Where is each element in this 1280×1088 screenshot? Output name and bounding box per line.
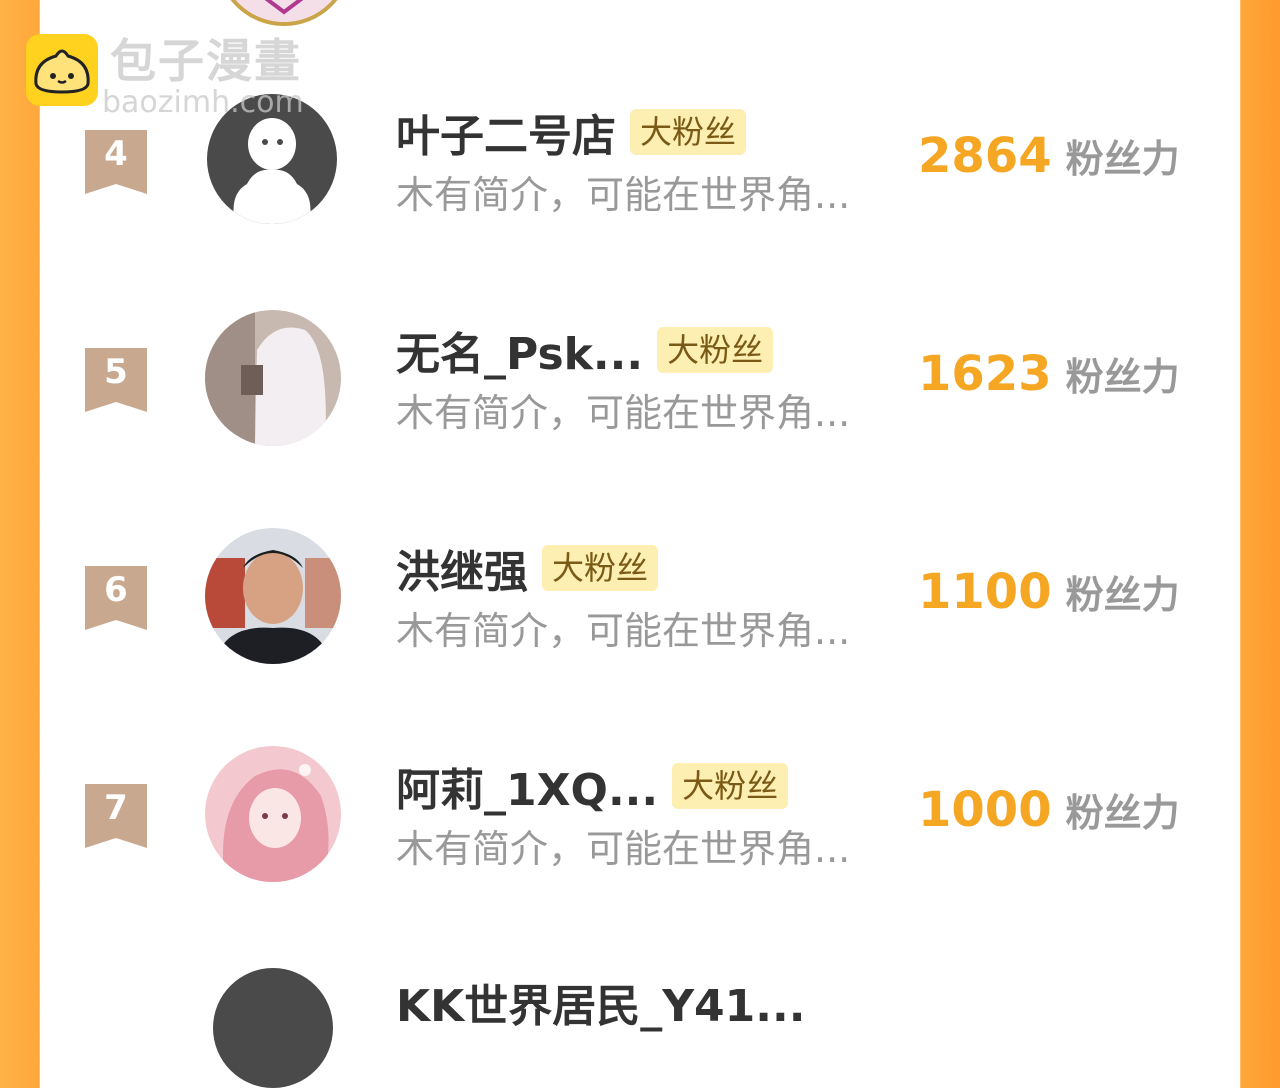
avatar[interactable] bbox=[205, 310, 341, 446]
score-value: 1100 bbox=[918, 564, 1052, 620]
avatar[interactable] bbox=[216, 0, 352, 26]
fan-score: 1623 粉丝力 bbox=[918, 346, 1180, 402]
bun-logo-icon bbox=[26, 34, 98, 106]
list-item[interactable]: 6 洪继强 大粉丝 木有简介，可能在世界角... 1100 粉丝力 bbox=[0, 516, 1280, 676]
user-name[interactable]: 无名_Psk... bbox=[396, 318, 643, 382]
score-value: 1623 bbox=[918, 346, 1052, 402]
score-value: 1000 bbox=[918, 782, 1052, 838]
rank-number: 6 bbox=[104, 570, 128, 610]
score-unit: 粉丝力 bbox=[1065, 137, 1180, 181]
rank-number: 5 bbox=[104, 352, 128, 392]
score-unit: 粉丝力 bbox=[1065, 573, 1180, 617]
fan-score: 2864 粉丝力 bbox=[918, 128, 1180, 184]
illustration-avatar bbox=[205, 746, 341, 882]
rank-number: 7 bbox=[104, 788, 128, 828]
rank-badge: 4 bbox=[85, 130, 147, 194]
list-item[interactable]: 7 阿莉_1XQ... 大粉丝 木有简介，可能在世界角... 1000 粉丝力 bbox=[0, 734, 1280, 894]
fan-level-badge: 大粉丝 bbox=[672, 763, 789, 809]
fan-level-badge: 大粉丝 bbox=[657, 327, 774, 373]
photo-avatar bbox=[205, 528, 341, 664]
list-item[interactable]: 5 无名_Psk... 大粉丝 木有简介，可能在世界角... 1623 粉丝力 bbox=[0, 298, 1280, 458]
fan-score: 1100 粉丝力 bbox=[918, 564, 1180, 620]
user-name[interactable]: 洪继强 bbox=[396, 536, 528, 600]
fan-level-badge: 大粉丝 bbox=[542, 545, 659, 591]
rank-badge: 5 bbox=[85, 348, 147, 412]
user-intro: 木有简介，可能在世界角... bbox=[396, 609, 851, 653]
rank-badge: 7 bbox=[85, 784, 147, 848]
watermark-title: 包子漫畫 bbox=[110, 34, 302, 88]
avatar[interactable] bbox=[205, 528, 341, 664]
user-name[interactable]: KK世界居民_Y41... bbox=[396, 970, 805, 1034]
user-intro: 木有简介，可能在世界角... bbox=[396, 173, 851, 217]
user-intro: 木有简介，可能在世界角... bbox=[396, 827, 851, 871]
fan-level-badge: 大粉丝 bbox=[630, 109, 747, 155]
user-name[interactable]: 叶子二号店 bbox=[396, 100, 616, 164]
fan-score: 1000 粉丝力 bbox=[918, 782, 1180, 838]
score-value: 2864 bbox=[918, 128, 1052, 184]
score-unit: 粉丝力 bbox=[1065, 791, 1180, 835]
watermark: 包子漫畫 baozimh.com bbox=[26, 34, 304, 118]
avatar[interactable] bbox=[205, 746, 341, 882]
user-intro: 木有简介，可能在世界角... bbox=[396, 391, 851, 435]
rank-number: 4 bbox=[104, 134, 128, 174]
score-unit: 粉丝力 bbox=[1065, 355, 1180, 399]
avatar[interactable] bbox=[213, 968, 333, 1088]
rank-badge: 6 bbox=[85, 566, 147, 630]
photo-avatar bbox=[205, 310, 341, 446]
user-name[interactable]: 阿莉_1XQ... bbox=[396, 754, 658, 818]
watermark-url: baozimh.com bbox=[102, 85, 304, 120]
